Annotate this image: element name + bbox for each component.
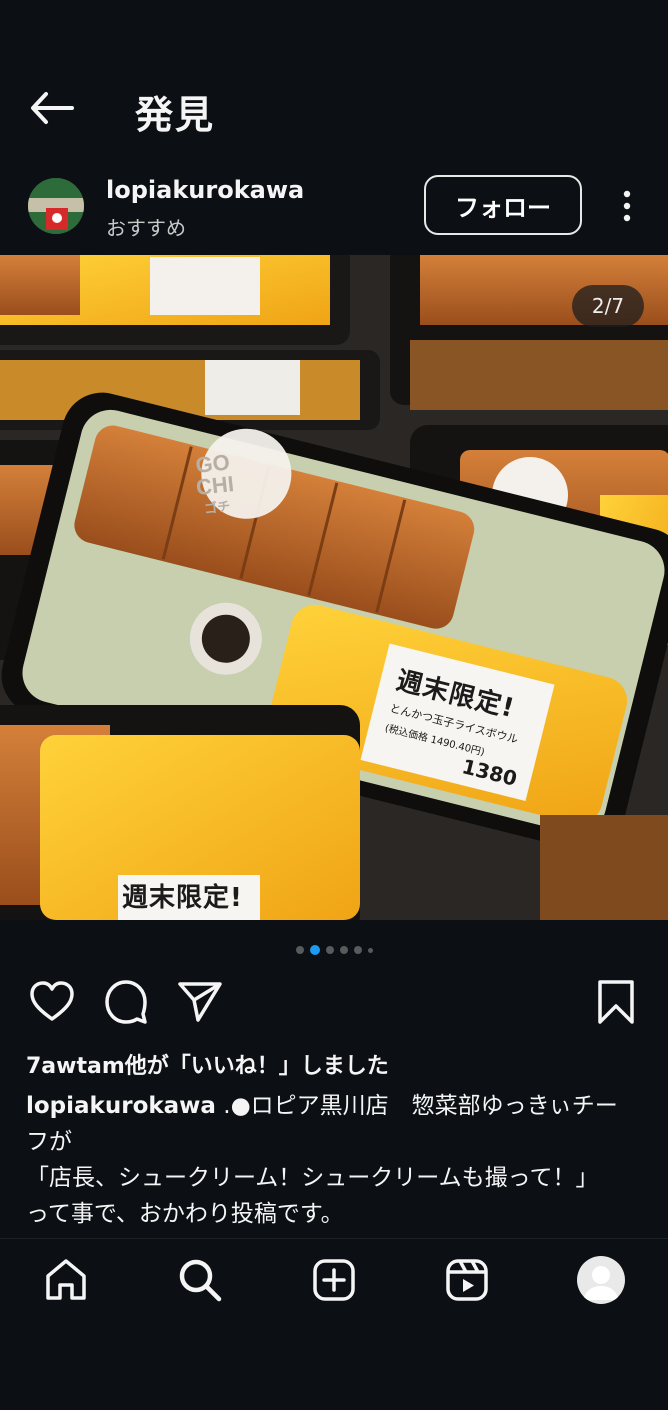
- system-bar: [0, 1328, 668, 1410]
- caption-line: って事で、おかわり投稿です。: [26, 1201, 344, 1227]
- carousel-dot: [340, 946, 348, 954]
- bookmark-icon[interactable]: [592, 978, 640, 1026]
- more-vertical-icon[interactable]: [612, 186, 642, 226]
- carousel-indicator: [296, 944, 373, 956]
- page-title: 発見: [135, 93, 216, 137]
- search-icon[interactable]: [176, 1256, 224, 1304]
- follow-button[interactable]: フォロー: [424, 175, 582, 235]
- carousel-dot: [354, 946, 362, 954]
- profile-icon: [583, 1266, 619, 1300]
- back-arrow-icon[interactable]: [28, 88, 76, 128]
- carousel-dot: [368, 947, 373, 953]
- profile-avatar[interactable]: [577, 1256, 625, 1304]
- carousel-dot: [326, 946, 334, 954]
- image-counter: 2/7: [572, 285, 644, 327]
- create-icon[interactable]: [310, 1256, 358, 1304]
- carousel-dot-active: [310, 945, 320, 955]
- send-icon[interactable]: [176, 978, 224, 1026]
- carousel-dot: [296, 946, 304, 954]
- heart-icon[interactable]: [28, 978, 76, 1026]
- avatar[interactable]: [28, 178, 84, 234]
- food-photo: [0, 255, 668, 920]
- post-image[interactable]: GO CHI ゴチ 週末限定! とんかつ玉子ライスボウル (税込価格 1490.…: [0, 255, 668, 920]
- reels-icon[interactable]: [443, 1256, 491, 1304]
- comment-icon[interactable]: [102, 978, 150, 1026]
- caption[interactable]: lopiakurokawa .●ロピア黒川店 惣菜部ゆっきぃチーフが 「店長、シ…: [26, 1088, 636, 1238]
- home-icon[interactable]: [42, 1256, 90, 1304]
- store-logo-image: [28, 178, 84, 234]
- username[interactable]: lopiakurokawa: [106, 176, 304, 204]
- caption-line: 「店長、シュークリーム！シュークリームも撮って！」: [26, 1165, 599, 1191]
- weekend-limited-label-bottom: 週末限定!: [122, 883, 243, 913]
- recommendation-label: おすすめ: [106, 216, 186, 240]
- likes-text[interactable]: 7awtam他が「いいね！」しました: [26, 1048, 389, 1080]
- caption-username[interactable]: lopiakurokawa: [26, 1093, 216, 1119]
- gochi-badge-text: GO CHI: [194, 449, 236, 500]
